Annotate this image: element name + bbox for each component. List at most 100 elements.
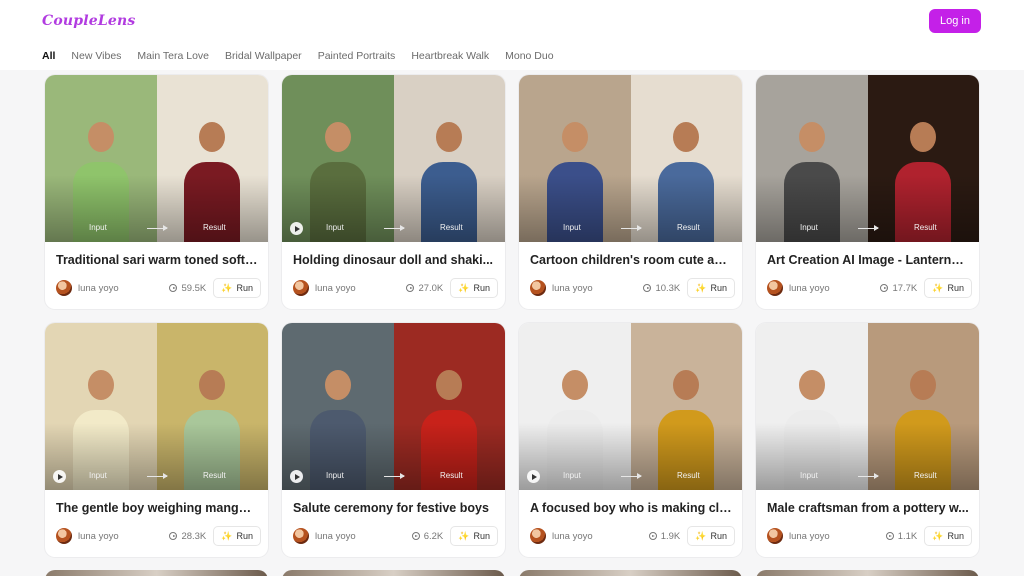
tab-heartbreak-walk[interactable]: Heartbreak Walk <box>411 50 489 62</box>
view-count: 59.5K <box>169 283 206 294</box>
card-title[interactable]: Art Creation AI Image - Lanterns ... <box>767 253 969 267</box>
tab-mono-duo[interactable]: Mono Duo <box>505 50 553 62</box>
card-title[interactable]: Traditional sari warm toned soft l... <box>56 253 258 267</box>
card-meta: luna yoyo 1.1K ✨ Run <box>767 526 972 546</box>
template-card[interactable]: Input Result Art Creation AI Image - Lan… <box>756 75 979 309</box>
result-image <box>393 323 505 490</box>
next-row-card-peek <box>519 570 742 576</box>
card-thumbnail[interactable]: Input Result <box>45 75 268 242</box>
card-thumbnail[interactable]: Input Result <box>45 323 268 490</box>
author-name[interactable]: luna yoyo <box>552 283 593 294</box>
video-play-icon[interactable] <box>53 470 66 483</box>
card-thumbnail[interactable]: Input Result <box>519 75 742 242</box>
run-button[interactable]: ✨ Run <box>687 278 735 298</box>
author-name[interactable]: luna yoyo <box>789 283 830 294</box>
input-image <box>756 323 868 490</box>
tab-all[interactable]: All <box>42 50 55 62</box>
author-name[interactable]: luna yoyo <box>78 531 119 542</box>
video-play-icon[interactable] <box>290 222 303 235</box>
avatar[interactable] <box>56 280 72 296</box>
view-count-value: 27.0K <box>418 282 444 294</box>
tab-new-vibes[interactable]: New Vibes <box>71 50 121 62</box>
result-image <box>630 323 742 490</box>
avatar[interactable] <box>767 528 783 544</box>
template-card[interactable]: Input Result A focused boy who is making… <box>519 323 742 557</box>
play-circle-icon <box>169 532 178 540</box>
run-button[interactable]: ✨ Run <box>213 526 261 546</box>
run-button[interactable]: ✨ Run <box>924 278 972 298</box>
run-button[interactable]: ✨ Run <box>687 526 735 546</box>
result-label: Result <box>440 471 463 480</box>
card-title[interactable]: Salute ceremony for festive boys <box>293 501 495 515</box>
template-card[interactable]: Input Result Cartoon children's room cut… <box>519 75 742 309</box>
input-image <box>282 323 394 490</box>
run-button[interactable]: ✨ Run <box>924 526 972 546</box>
avatar[interactable] <box>530 528 546 544</box>
run-button[interactable]: ✨ Run <box>450 526 498 546</box>
run-label: Run <box>947 283 964 293</box>
category-tabs: All New Vibes Main Tera Love Bridal Wall… <box>42 50 554 62</box>
template-card[interactable]: Input Result Salute ceremony for festive… <box>282 323 505 557</box>
author-name[interactable]: luna yoyo <box>552 531 593 542</box>
run-label: Run <box>236 531 253 541</box>
avatar[interactable] <box>56 528 72 544</box>
view-count-value: 1.1K <box>897 530 918 542</box>
result-image <box>630 75 742 242</box>
tab-bridal-wallpaper[interactable]: Bridal Wallpaper <box>225 50 302 62</box>
arrow-right-icon <box>621 473 642 479</box>
login-button[interactable]: Log in <box>929 9 981 33</box>
view-count: 27.0K <box>406 283 443 294</box>
input-image <box>756 75 868 242</box>
view-count-value: 17.7K <box>892 282 918 294</box>
top-header: CoupleLens Log in All New Vibes Main Ter… <box>0 0 1024 70</box>
card-meta: luna yoyo 28.3K ✨ Run <box>56 526 261 546</box>
result-image <box>393 75 505 242</box>
play-circle-icon <box>411 532 420 540</box>
arrow-right-icon <box>858 473 879 479</box>
avatar[interactable] <box>293 528 309 544</box>
card-meta: luna yoyo 17.7K ✨ Run <box>767 278 972 298</box>
view-count-value: 28.3K <box>181 530 207 542</box>
template-card[interactable]: Input Result The gentle boy weighing man… <box>45 323 268 557</box>
run-label: Run <box>236 283 253 293</box>
run-button[interactable]: ✨ Run <box>450 278 498 298</box>
avatar[interactable] <box>767 280 783 296</box>
author-name[interactable]: luna yoyo <box>789 531 830 542</box>
run-button[interactable]: ✨ Run <box>213 278 261 298</box>
result-image <box>156 75 268 242</box>
magic-wand-icon: ✨ <box>695 530 707 541</box>
app-logo[interactable]: CoupleLens <box>42 13 136 29</box>
view-count: 28.3K <box>169 531 206 542</box>
tab-painted-portraits[interactable]: Painted Portraits <box>318 50 396 62</box>
avatar[interactable] <box>293 280 309 296</box>
card-title[interactable]: Cartoon children's room cute an... <box>530 253 732 267</box>
card-thumbnail[interactable]: Input Result <box>519 323 742 490</box>
run-label: Run <box>473 283 490 293</box>
author-name[interactable]: luna yoyo <box>315 531 356 542</box>
play-circle-icon <box>406 284 415 292</box>
author-name[interactable]: luna yoyo <box>315 283 356 294</box>
card-thumbnail[interactable]: Input Result <box>282 75 505 242</box>
tab-main-tera-love[interactable]: Main Tera Love <box>137 50 209 62</box>
card-thumbnail[interactable]: Input Result <box>282 323 505 490</box>
card-title[interactable]: Male craftsman from a pottery w... <box>767 501 969 515</box>
avatar[interactable] <box>530 280 546 296</box>
magic-wand-icon: ✨ <box>458 530 470 541</box>
card-title[interactable]: The gentle boy weighing mangoes <box>56 501 258 515</box>
video-play-icon[interactable] <box>527 470 540 483</box>
card-thumbnail[interactable]: Input Result <box>756 75 979 242</box>
template-card[interactable]: Input Result Male craftsman from a potte… <box>756 323 979 557</box>
template-card[interactable]: Input Result Traditional sari warm toned… <box>45 75 268 309</box>
card-title[interactable]: A focused boy who is making cla... <box>530 501 732 515</box>
run-label: Run <box>947 531 964 541</box>
card-meta: luna yoyo 10.3K ✨ Run <box>530 278 735 298</box>
author-name[interactable]: luna yoyo <box>78 283 119 294</box>
run-label: Run <box>710 283 727 293</box>
card-title[interactable]: Holding dinosaur doll and shaki... <box>293 253 495 267</box>
template-card[interactable]: Input Result Holding dinosaur doll and s… <box>282 75 505 309</box>
video-play-icon[interactable] <box>290 470 303 483</box>
card-thumbnail[interactable]: Input Result <box>756 323 979 490</box>
play-circle-icon <box>169 284 178 292</box>
arrow-right-icon <box>384 225 405 231</box>
input-image <box>282 75 394 242</box>
